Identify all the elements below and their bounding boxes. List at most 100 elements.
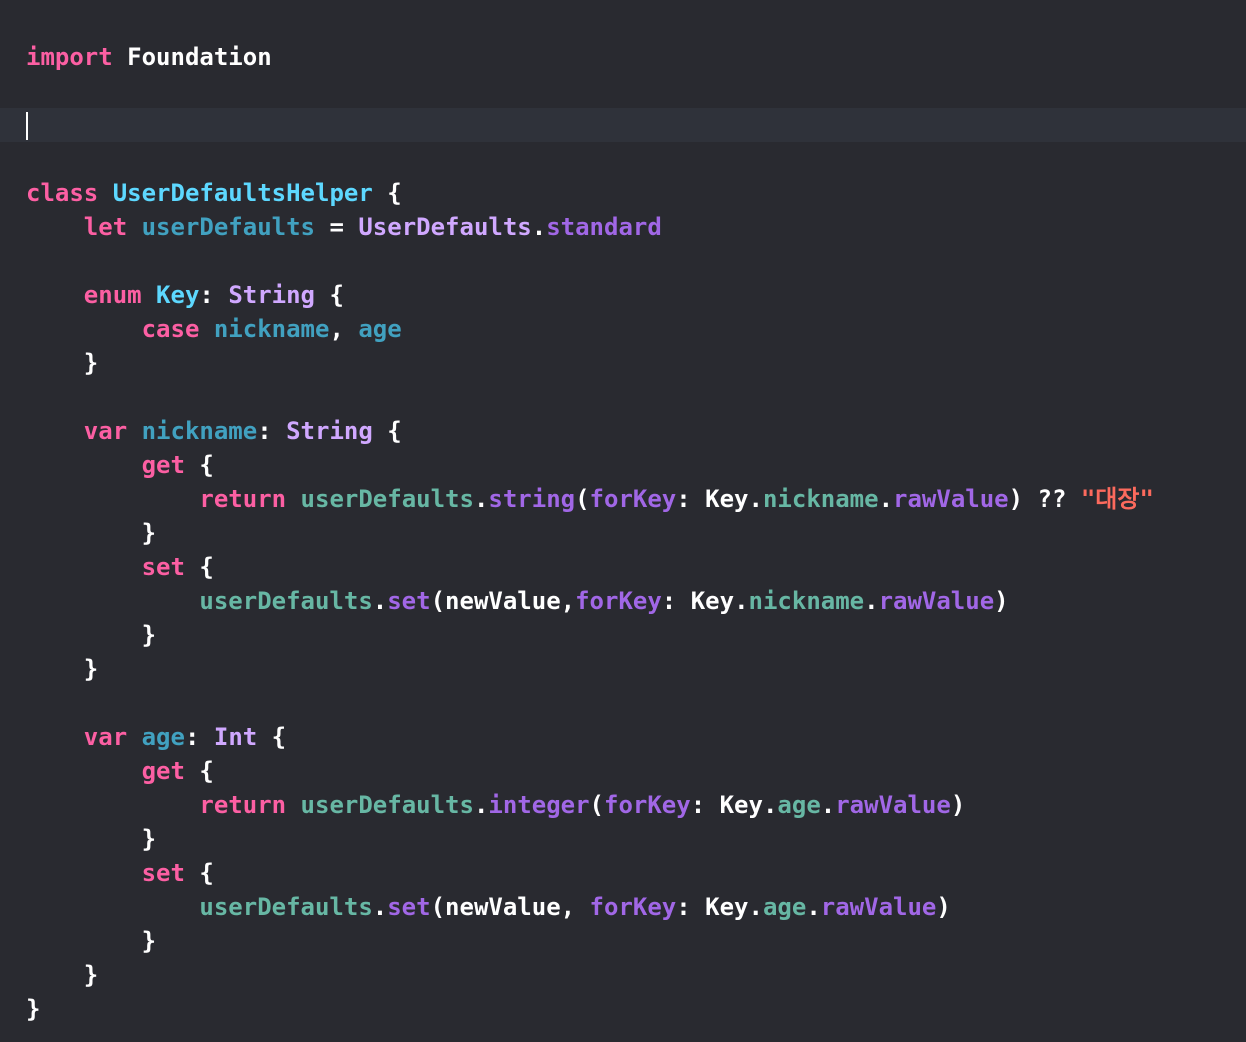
code-line[interactable]: import Foundation <box>0 40 1246 74</box>
code-token: : <box>676 893 706 921</box>
code-token: ) <box>994 587 1009 615</box>
code-line[interactable]: } <box>0 958 1246 992</box>
code-token: : <box>676 485 706 513</box>
code-line[interactable]: userDefaults.set(newValue,forKey: Key.ni… <box>0 584 1246 618</box>
code-line[interactable]: } <box>0 924 1246 958</box>
code-line[interactable]: } <box>0 618 1246 652</box>
code-line[interactable] <box>0 142 1246 176</box>
code-token: , <box>329 315 359 343</box>
code-token: var <box>83 417 128 445</box>
code-line[interactable] <box>0 686 1246 720</box>
code-token: Key <box>705 485 749 513</box>
code-token: let <box>83 213 128 241</box>
code-line[interactable]: var nickname: String { <box>0 414 1246 448</box>
code-token: (newValue, <box>430 893 590 921</box>
code-token: . <box>734 587 749 615</box>
code-token: import <box>26 43 113 71</box>
code-token: { <box>257 723 287 751</box>
code-token: rawValue <box>878 587 995 615</box>
code-token: set <box>141 553 185 581</box>
code-token: "대장" <box>1080 485 1154 513</box>
code-token: . <box>864 587 879 615</box>
code-line[interactable]: get { <box>0 754 1246 788</box>
code-token: { <box>372 417 402 445</box>
code-token: var <box>83 723 128 751</box>
code-editor[interactable]: import Foundation class UserDefaultsHelpe… <box>0 0 1246 1042</box>
code-token: forKey <box>604 791 691 819</box>
code-token: String <box>286 417 373 445</box>
code-line[interactable] <box>0 380 1246 414</box>
code-token: . <box>531 213 547 241</box>
code-line[interactable]: } <box>0 992 1246 1026</box>
code-token: . <box>372 893 388 921</box>
code-token: ) <box>950 791 966 819</box>
code-token: { <box>184 757 214 785</box>
code-token: forKey <box>589 485 677 513</box>
code-line[interactable]: } <box>0 346 1246 380</box>
code-token: } <box>26 519 157 547</box>
code-line[interactable]: class UserDefaultsHelper { <box>0 176 1246 210</box>
code-token: Foundation <box>112 43 272 71</box>
code-token: Key <box>719 791 763 819</box>
code-token: . <box>762 791 778 819</box>
code-line[interactable]: return userDefaults.string(forKey: Key.n… <box>0 482 1246 516</box>
code-token: . <box>878 485 894 513</box>
code-token: : <box>199 281 229 309</box>
code-token: rawValue <box>820 893 937 921</box>
code-token: age <box>777 791 821 819</box>
code-token: userDefaults <box>199 893 373 921</box>
code-line[interactable]: let userDefaults = UserDefaults.standard <box>0 210 1246 244</box>
code-token: ( <box>589 791 604 819</box>
code-token: } <box>26 961 99 989</box>
code-token: userDefaults <box>141 213 315 241</box>
code-token: : <box>184 723 214 751</box>
code-line[interactable]: get { <box>0 448 1246 482</box>
code-token: age <box>762 893 807 921</box>
code-line[interactable]: } <box>0 516 1246 550</box>
code-line[interactable]: enum Key: String { <box>0 278 1246 312</box>
code-token: } <box>26 995 41 1023</box>
code-line[interactable]: case nickname, age <box>0 312 1246 346</box>
code-token: { <box>372 179 402 207</box>
code-line[interactable]: set { <box>0 550 1246 584</box>
code-token: . <box>806 893 821 921</box>
code-token: . <box>473 791 489 819</box>
code-token: age <box>358 315 402 343</box>
code-token: nickname <box>213 315 330 343</box>
code-token: } <box>26 655 99 683</box>
code-token: userDefaults <box>300 791 474 819</box>
text-cursor <box>26 112 28 140</box>
code-token: case <box>141 315 200 343</box>
code-token: } <box>26 927 157 955</box>
code-token: set <box>387 587 431 615</box>
code-line[interactable] <box>0 74 1246 108</box>
code-line[interactable]: } <box>0 822 1246 856</box>
code-line[interactable] <box>0 244 1246 278</box>
code-token: . <box>372 587 388 615</box>
code-line-current[interactable] <box>0 108 1246 142</box>
code-line[interactable]: var age: Int { <box>0 720 1246 754</box>
code-token: : <box>661 587 691 615</box>
code-token: rawValue <box>835 791 951 819</box>
code-line[interactable]: set { <box>0 856 1246 890</box>
code-token: return <box>199 791 287 819</box>
code-line[interactable]: return userDefaults.integer(forKey: Key.… <box>0 788 1246 822</box>
code-token: forKey <box>575 587 662 615</box>
code-token: nickname <box>762 485 879 513</box>
code-line[interactable]: userDefaults.set(newValue, forKey: Key.a… <box>0 890 1246 924</box>
code-line[interactable]: } <box>0 652 1246 686</box>
code-token: } <box>26 349 99 377</box>
code-token: get <box>141 451 185 479</box>
